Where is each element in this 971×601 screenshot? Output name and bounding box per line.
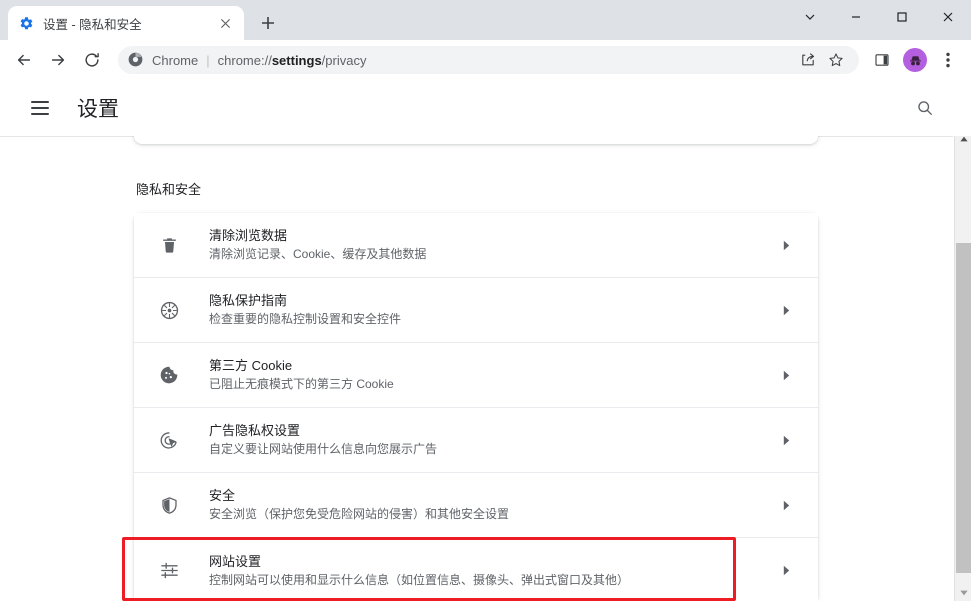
row-text: 安全 安全浏览（保护您免受危险网站的侵害）和其他安全设置 — [186, 487, 776, 523]
row-text: 广告隐私权设置 自定义要让网站使用什么信息向您展示广告 — [186, 422, 776, 458]
row-text: 清除浏览数据 清除浏览记录、Cookie、缓存及其他数据 — [186, 227, 776, 263]
close-icon[interactable] — [216, 14, 234, 32]
ad-privacy-icon — [152, 430, 186, 451]
row-title: 安全 — [209, 488, 236, 503]
shield-icon — [152, 496, 186, 515]
section-title: 隐私和安全 — [136, 182, 202, 197]
minimize-icon[interactable] — [833, 0, 879, 34]
chevron-right-icon[interactable] — [776, 305, 796, 316]
maximize-icon[interactable] — [879, 0, 925, 34]
row-title: 清除浏览数据 — [209, 228, 288, 243]
incognito-avatar-icon[interactable] — [903, 48, 927, 72]
settings-row-clear-browsing-data[interactable]: 清除浏览数据 清除浏览记录、Cookie、缓存及其他数据 — [134, 213, 818, 278]
browser-toolbar: Chrome | chrome://settings/privacy — [0, 40, 971, 80]
row-subtitle: 自定义要让网站使用什么信息向您展示广告 — [209, 442, 438, 456]
row-subtitle: 控制网站可以使用和显示什么信息（如位置信息、摄像头、弹出式窗口及其他） — [209, 572, 630, 587]
settings-page: 设置 隐私和安全 清除浏览数据 清除浏览记录、Cookie、缓存及其他数据 隐私… — [0, 80, 971, 601]
row-subtitle: 检查重要的隐私控制设置和安全控件 — [209, 312, 402, 326]
privacy-guide-icon — [152, 300, 186, 321]
tune-icon — [152, 560, 186, 581]
forward-icon[interactable] — [42, 44, 74, 76]
row-text: 网站设置 控制网站可以使用和显示什么信息（如位置信息、摄像头、弹出式窗口及其他） — [186, 553, 776, 589]
row-subtitle: 清除浏览记录、Cookie、缓存及其他数据 — [209, 247, 427, 261]
share-icon[interactable] — [795, 47, 821, 73]
chevron-right-icon[interactable] — [776, 565, 796, 576]
chrome-logo-icon — [128, 52, 144, 68]
three-dot-menu-icon[interactable] — [933, 44, 963, 76]
chevron-right-icon[interactable] — [776, 370, 796, 381]
reload-icon[interactable] — [76, 44, 108, 76]
settings-row-security[interactable]: 安全 安全浏览（保护您免受危险网站的侵害）和其他安全设置 — [134, 473, 818, 538]
browser-tab[interactable]: 设置 - 隐私和安全 — [8, 6, 244, 40]
settings-content: 隐私和安全 清除浏览数据 清除浏览记录、Cookie、缓存及其他数据 隐私保护指… — [0, 136, 953, 601]
row-subtitle: 已阻止无痕模式下的第三方 Cookie — [209, 377, 394, 391]
url-suffix: /privacy — [321, 52, 367, 68]
omnibox-scheme-label: Chrome — [152, 52, 199, 68]
cookie-icon — [152, 365, 186, 385]
search-icon[interactable] — [905, 88, 945, 128]
chevron-right-icon[interactable] — [776, 240, 796, 251]
hamburger-menu-icon[interactable] — [20, 88, 60, 128]
previous-section-card — [134, 136, 818, 144]
row-subtitle: 安全浏览（保护您免受危险网站的侵害）和其他安全设置 — [209, 507, 510, 521]
page-title: 设置 — [77, 98, 119, 121]
row-title: 隐私保护指南 — [209, 293, 288, 308]
gear-icon — [18, 15, 34, 31]
window-controls — [787, 0, 971, 34]
omnibox-url: chrome://settings/privacy — [218, 53, 367, 68]
tab-search-icon[interactable] — [787, 0, 833, 34]
trash-icon — [152, 236, 186, 255]
row-title: 第三方 Cookie — [209, 358, 293, 373]
star-icon[interactable] — [823, 47, 849, 73]
address-bar[interactable]: Chrome | chrome://settings/privacy — [118, 46, 859, 74]
chevron-right-icon[interactable] — [776, 435, 796, 446]
vertical-scrollbar[interactable] — [954, 130, 971, 601]
back-icon[interactable] — [8, 44, 40, 76]
tab-title: 设置 - 隐私和安全 — [43, 17, 142, 32]
new-tab-button[interactable] — [254, 9, 282, 37]
row-text: 第三方 Cookie 已阻止无痕模式下的第三方 Cookie — [186, 357, 776, 393]
row-text: 隐私保护指南 检查重要的隐私控制设置和安全控件 — [186, 292, 776, 328]
scrollbar-thumb[interactable] — [956, 243, 971, 573]
tab-strip: 设置 - 隐私和安全 — [0, 0, 971, 40]
settings-row-third-party-cookies[interactable]: 第三方 Cookie 已阻止无痕模式下的第三方 Cookie — [134, 343, 818, 408]
url-prefix: chrome:// — [217, 52, 272, 68]
row-title: 广告隐私权设置 — [209, 423, 301, 438]
privacy-settings-card: 清除浏览数据 清除浏览记录、Cookie、缓存及其他数据 隐私保护指南 检查重要… — [134, 213, 818, 601]
settings-row-privacy-guide[interactable]: 隐私保护指南 检查重要的隐私控制设置和安全控件 — [134, 278, 818, 343]
omnibox-separator: | — [206, 52, 210, 68]
settings-row-site-settings[interactable]: 网站设置 控制网站可以使用和显示什么信息（如位置信息、摄像头、弹出式窗口及其他） — [134, 538, 818, 601]
settings-row-ad-privacy[interactable]: 广告隐私权设置 自定义要让网站使用什么信息向您展示广告 — [134, 408, 818, 473]
settings-header: 设置 — [0, 80, 971, 136]
url-emphasis: settings — [271, 52, 322, 68]
close-window-icon[interactable] — [925, 0, 971, 34]
chevron-right-icon[interactable] — [776, 500, 796, 511]
side-panel-icon[interactable] — [867, 44, 897, 76]
row-title: 网站设置 — [209, 553, 262, 569]
omnibox-actions — [795, 47, 849, 73]
scroll-down-icon[interactable] — [955, 584, 971, 601]
